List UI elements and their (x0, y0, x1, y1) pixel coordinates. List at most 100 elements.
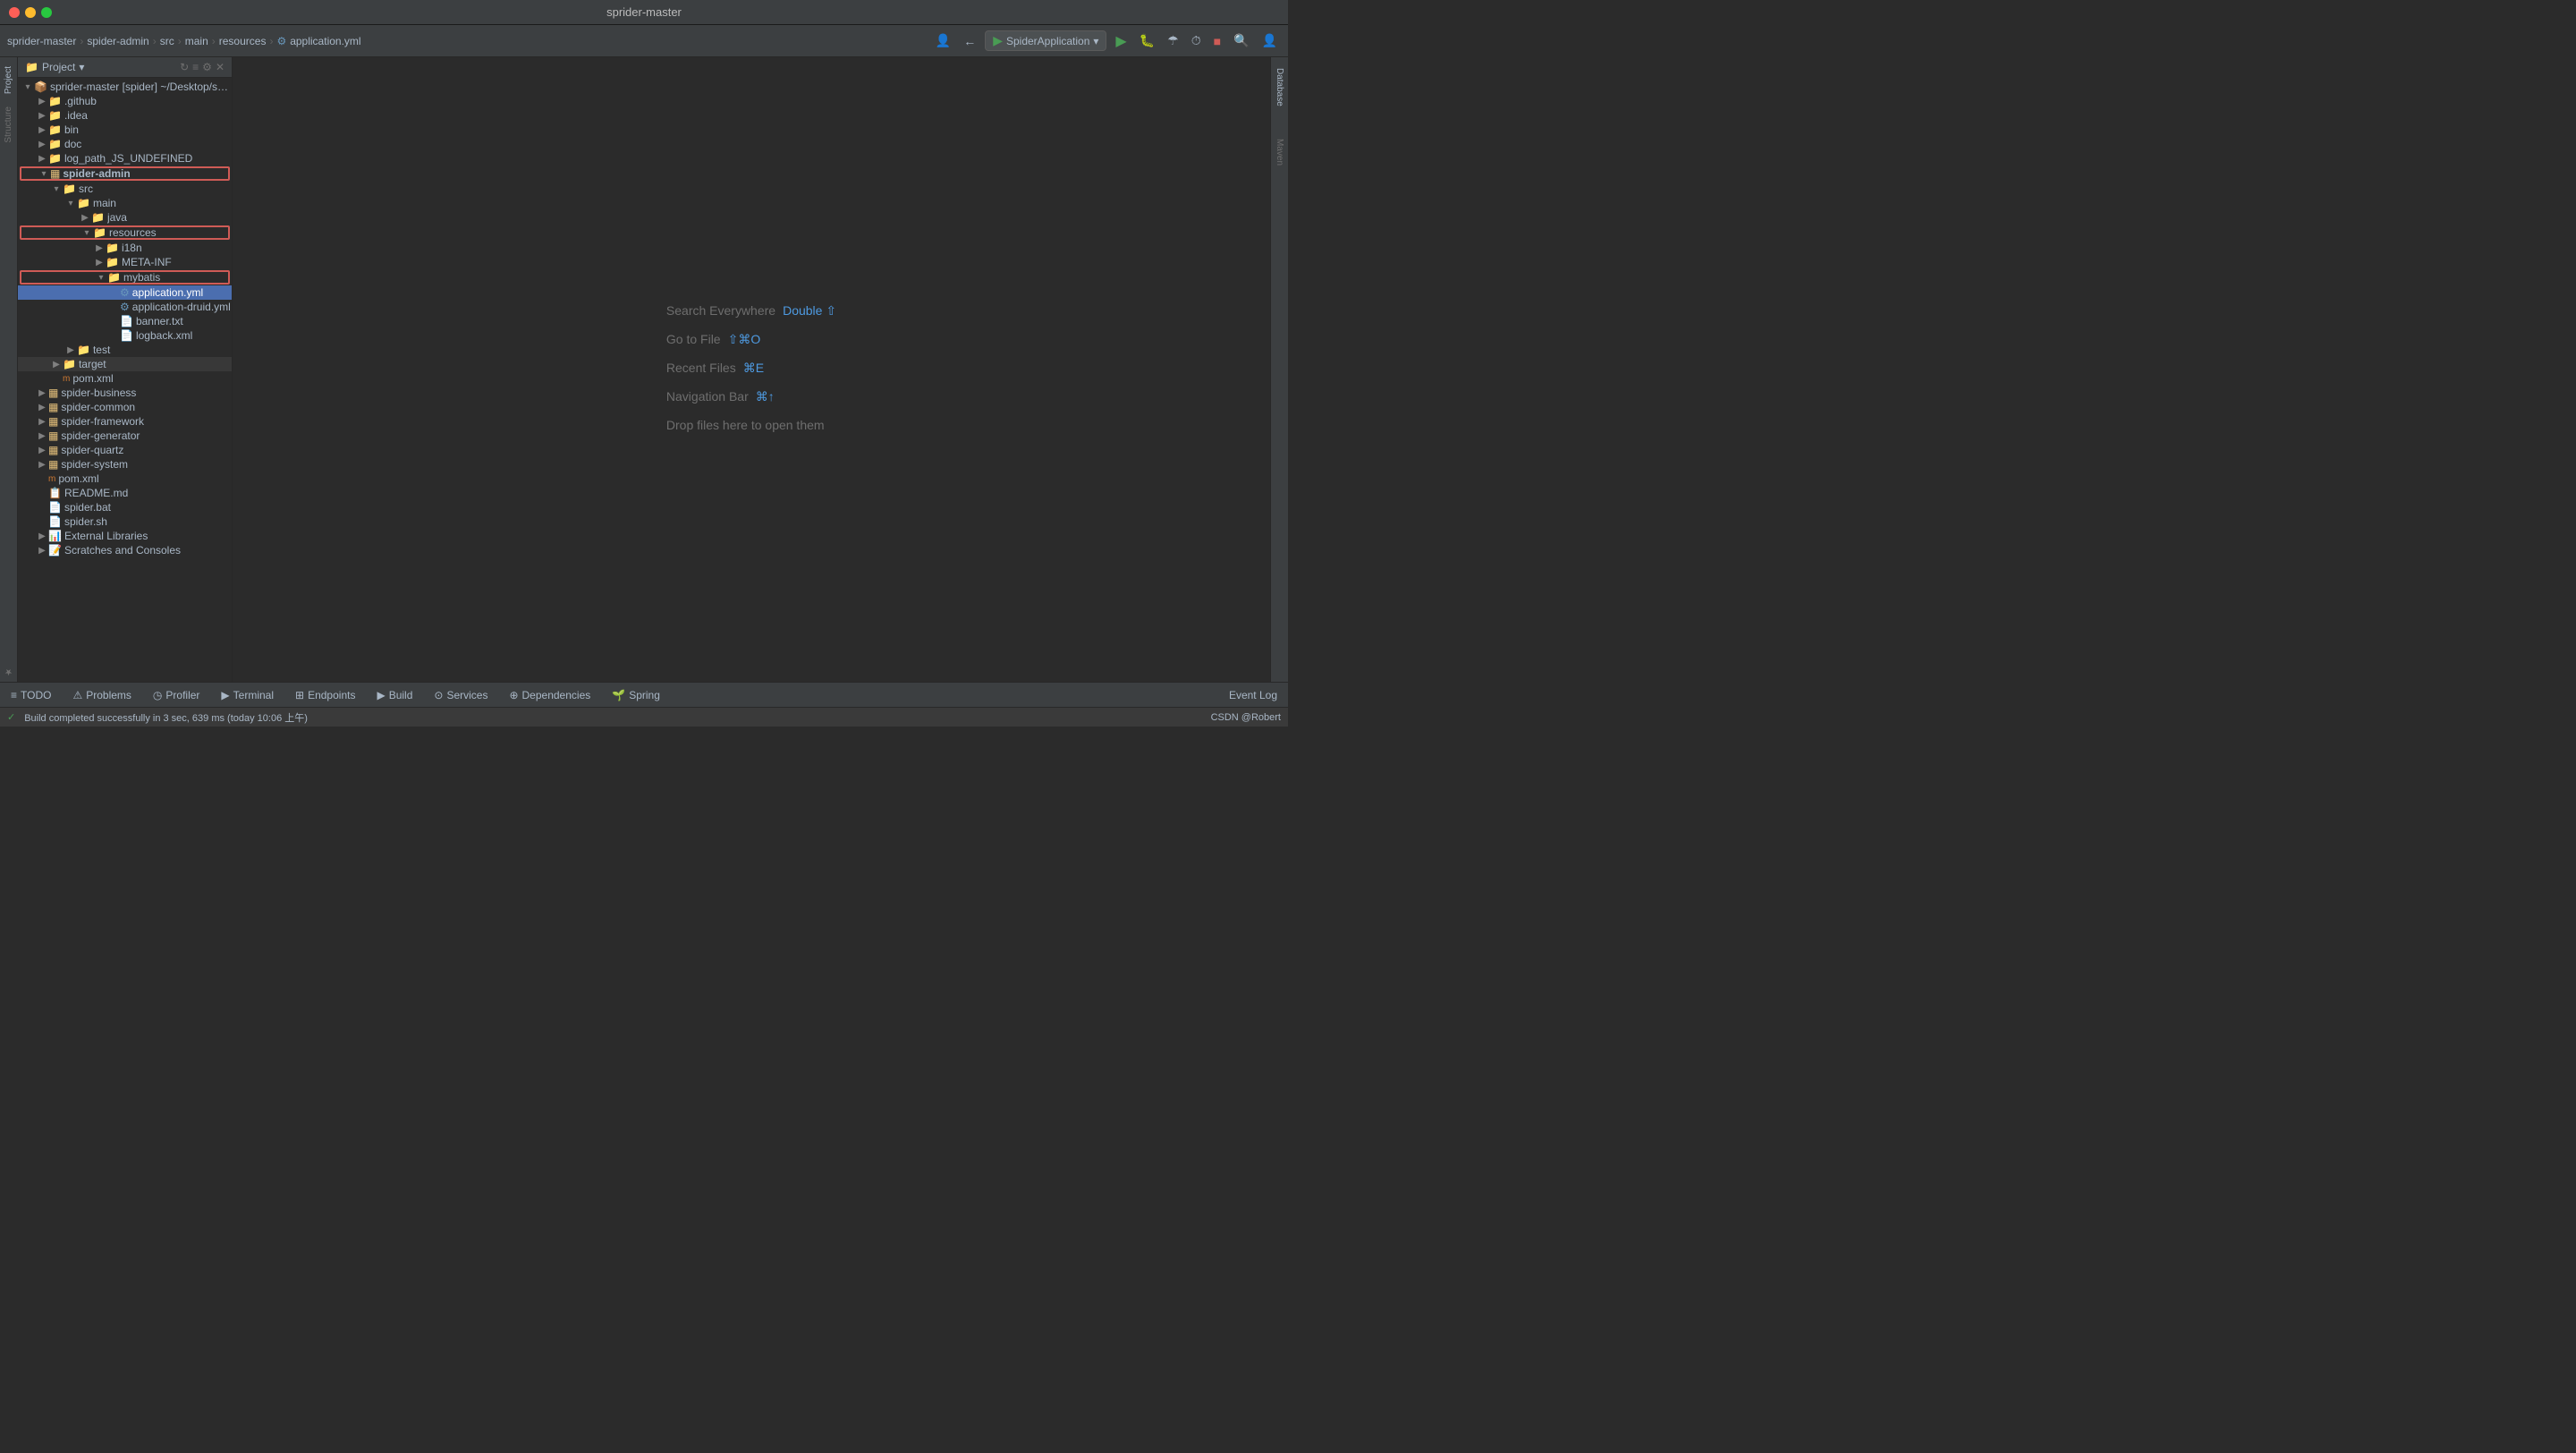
toolbar-profiler[interactable]: ◷ Profiler (149, 687, 204, 703)
right-panel-database[interactable]: Database (1273, 61, 1286, 114)
toolbar-problems[interactable]: ⚠ Problems (69, 687, 134, 703)
meta-inf-folder-icon: 📁 (106, 256, 119, 268)
left-sidebar-icons: Project Structure ★ (0, 57, 18, 682)
user-button[interactable]: 👤 (1258, 31, 1281, 50)
pom-admin-icon: m (63, 374, 70, 384)
status-message: Build completed successfully in 3 sec, 6… (24, 710, 308, 725)
toolbar-spring[interactable]: 🌱 Spring (608, 687, 664, 703)
mybatis-folder-icon: 📁 (107, 271, 121, 284)
run-config-selector[interactable]: ▶ SpiderApplication ▾ (985, 30, 1106, 51)
tree-application-druid[interactable]: ⚙ application-druid.yml (18, 300, 232, 314)
panel-title-arrow: ▾ (79, 61, 84, 73)
pom-root-icon: m (48, 474, 55, 484)
toolbar-services[interactable]: ⊙ Services (430, 687, 491, 703)
tree-mybatis[interactable]: ▾ 📁 mybatis (20, 270, 230, 285)
problems-icon: ⚠ (72, 689, 82, 701)
target-folder-icon: 📁 (63, 358, 76, 370)
toolbar-build-label: Build (389, 689, 413, 701)
tree-spider-framework[interactable]: ▶ ▦ spider-framework (18, 414, 232, 429)
tree-scratches[interactable]: ▶ 📝 Scratches and Consoles (18, 543, 232, 557)
close-button[interactable] (9, 7, 20, 18)
toolbar-endpoints[interactable]: ⊞ Endpoints (292, 687, 359, 703)
toolbar-todo[interactable]: ≡ TODO (7, 687, 55, 703)
debug-button[interactable]: 🐛 (1136, 31, 1158, 50)
panel-action-3[interactable]: ⚙ (202, 61, 212, 73)
stop-button[interactable]: ■ (1210, 32, 1224, 50)
run-button[interactable]: ▶ (1112, 30, 1130, 52)
breadcrumb-application-yml[interactable]: application.yml (290, 35, 360, 47)
tree-meta-inf[interactable]: ▶ 📁 META-INF (18, 255, 232, 269)
tree-spider-common[interactable]: ▶ ▦ spider-common (18, 400, 232, 414)
tree-spider-quartz[interactable]: ▶ ▦ spider-quartz (18, 443, 232, 457)
run-config-label: SpiderApplication (1006, 35, 1089, 47)
panel-action-2[interactable]: ≡ (192, 61, 199, 73)
tree-pom-root[interactable]: m pom.xml (18, 472, 232, 486)
tree-i18n[interactable]: ▶ 📁 i18n (18, 241, 232, 255)
tree-ext-libs[interactable]: ▶ 📊 External Libraries (18, 529, 232, 543)
banner-icon: 📄 (120, 315, 133, 327)
ext-libs-icon: 📊 (48, 530, 62, 542)
profile-button[interactable]: ⏱ (1188, 31, 1205, 50)
shortcut-drop-files: Drop files here to open them (666, 412, 836, 438)
toolbar-todo-label: TODO (21, 689, 51, 701)
sidebar-item-favorites[interactable]: ★ (2, 661, 15, 682)
tree-github[interactable]: ▶ 📁 .github (18, 94, 232, 108)
coverage-button[interactable]: ☂ (1164, 31, 1182, 50)
toolbar-terminal[interactable]: ▶ Terminal (217, 687, 277, 703)
panel-action-1[interactable]: ↻ (180, 61, 189, 73)
tree-banner[interactable]: 📄 banner.txt (18, 314, 232, 328)
toolbar-event-log[interactable]: Event Log (1225, 687, 1281, 703)
services-icon: ⊙ (434, 689, 443, 701)
tree-pom-admin[interactable]: m pom.xml (18, 371, 232, 386)
breadcrumb-resources[interactable]: resources (219, 35, 267, 47)
tree-root[interactable]: ▾ 📦 sprider-master [spider] ~/Desktop/sp… (18, 80, 232, 94)
minimize-button[interactable] (25, 7, 36, 18)
tree-bin[interactable]: ▶ 📁 bin (18, 123, 232, 137)
tree-spider-bat[interactable]: 📄 spider.bat (18, 500, 232, 514)
sidebar-item-structure[interactable]: Structure (2, 101, 15, 149)
right-panel-maven[interactable]: Maven (1273, 132, 1286, 173)
nav-user-button[interactable]: 👤 (932, 31, 954, 50)
maximize-button[interactable] (41, 7, 52, 18)
sidebar-item-project[interactable]: Project (2, 61, 15, 99)
breadcrumb-spider-admin[interactable]: spider-admin (87, 35, 148, 47)
breadcrumb-main[interactable]: main (185, 35, 208, 47)
github-folder-icon: 📁 (48, 95, 62, 107)
toolbar-terminal-label: Terminal (233, 689, 274, 701)
tree-spider-business[interactable]: ▶ ▦ spider-business (18, 386, 232, 400)
tree-doc[interactable]: ▶ 📁 doc (18, 137, 232, 151)
tree-spider-admin[interactable]: ▾ ▦ spider-admin (20, 166, 230, 181)
spider-quartz-icon: ▦ (48, 444, 58, 456)
resources-folder-icon: 📁 (93, 226, 106, 239)
tree-spider-generator[interactable]: ▶ ▦ spider-generator (18, 429, 232, 443)
spider-common-icon: ▦ (48, 401, 58, 413)
breadcrumb-src[interactable]: src (160, 35, 174, 47)
nav-back-button[interactable]: ← (960, 32, 979, 50)
tree-spider-system[interactable]: ▶ ▦ spider-system (18, 457, 232, 472)
editor-empty-state: Search Everywhere Double ⇧ Go to File ⇧⌘… (666, 298, 836, 441)
todo-icon: ≡ (11, 689, 17, 701)
tree-target[interactable]: ▶ 📁 target (18, 357, 232, 371)
breadcrumb-sprider-master[interactable]: sprider-master (7, 35, 76, 47)
search-button[interactable]: 🔍 (1230, 31, 1252, 50)
panel-header: 📁 Project ▾ ↻ ≡ ⚙ ✕ (18, 57, 232, 78)
panel-action-4[interactable]: ✕ (216, 61, 225, 73)
toolbar-dependencies[interactable]: ⊕ Dependencies (505, 687, 594, 703)
window-controls[interactable] (9, 7, 52, 18)
tree-application-yml[interactable]: ⚙ application.yml (18, 285, 232, 300)
tree-log-path[interactable]: ▶ 📁 log_path_JS_UNDEFINED (18, 151, 232, 166)
tree-readme[interactable]: 📋 README.md (18, 486, 232, 500)
tree-spider-sh[interactable]: 📄 spider.sh (18, 514, 232, 529)
tree-src[interactable]: ▾ 📁 src (18, 182, 232, 196)
shortcut-goto-file: Go to File ⇧⌘O (666, 327, 836, 352)
tree-resources[interactable]: ▾ 📁 resources (20, 225, 230, 240)
tree-idea[interactable]: ▶ 📁 .idea (18, 108, 232, 123)
tree-logback[interactable]: 📄 logback.xml (18, 328, 232, 343)
toolbar-build[interactable]: ▶ Build (373, 687, 416, 703)
tree-main[interactable]: ▾ 📁 main (18, 196, 232, 210)
tree-test[interactable]: ▶ 📁 test (18, 343, 232, 357)
tree-java[interactable]: ▶ 📁 java (18, 210, 232, 225)
panel-title-button[interactable]: 📁 Project ▾ (25, 61, 84, 73)
spider-framework-icon: ▦ (48, 415, 58, 428)
spider-business-icon: ▦ (48, 387, 58, 399)
